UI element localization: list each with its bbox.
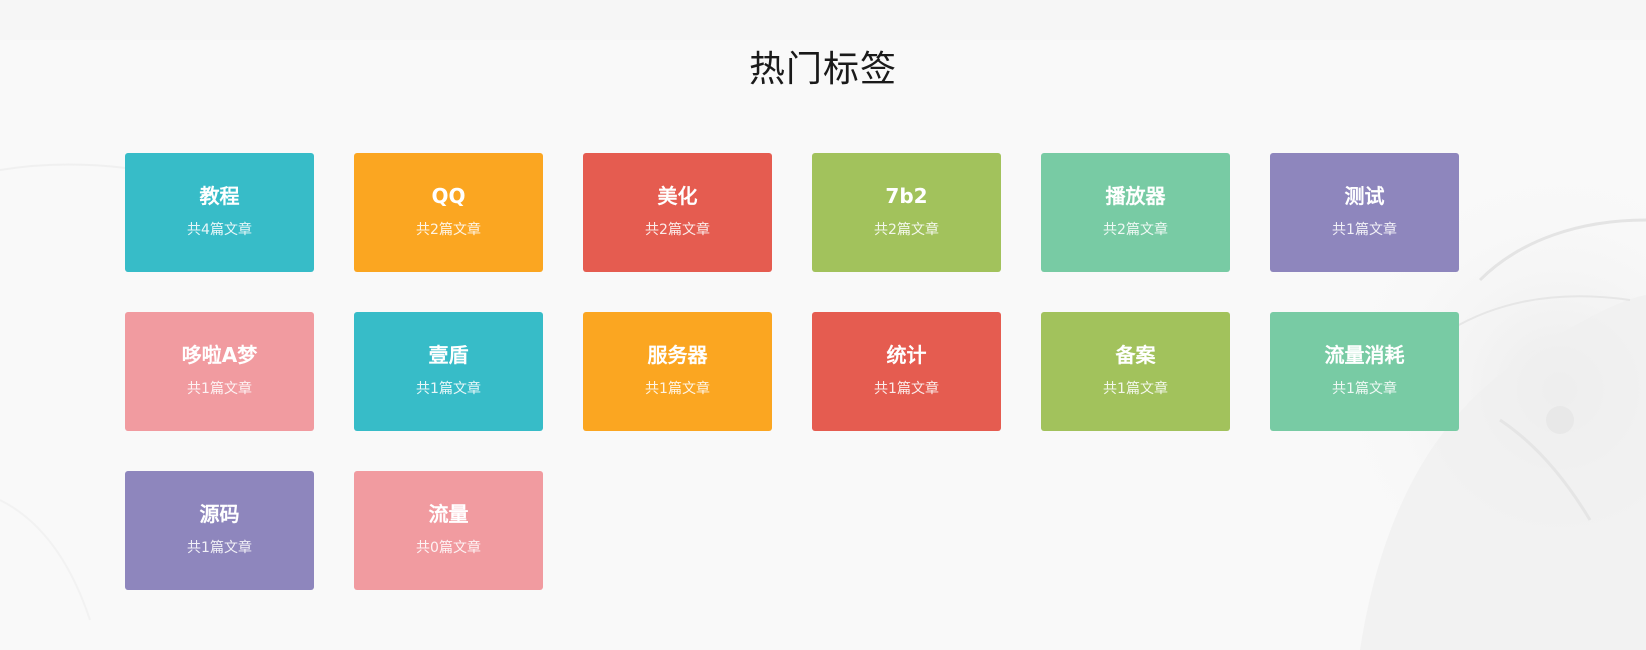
tag-name: 测试 <box>1344 184 1385 208</box>
tag-name: 源码 <box>199 502 240 526</box>
tag-article-count: 共1篇文章 <box>416 381 481 397</box>
tag-article-count: 共1篇文章 <box>1332 222 1397 238</box>
tag-card[interactable]: 壹盾共1篇文章 <box>354 312 543 431</box>
tag-name: 7b2 <box>885 184 928 208</box>
tag-name: 流量消耗 <box>1324 343 1405 367</box>
tag-card[interactable]: 流量共0篇文章 <box>354 471 543 590</box>
tag-card[interactable]: 备案共1篇文章 <box>1041 312 1230 431</box>
tag-card[interactable]: 服务器共1篇文章 <box>583 312 772 431</box>
tag-name: 统计 <box>886 343 927 367</box>
tag-name: 教程 <box>199 184 240 208</box>
tag-card[interactable]: 流量消耗共1篇文章 <box>1270 312 1459 431</box>
tag-card[interactable]: 播放器共2篇文章 <box>1041 153 1230 272</box>
tag-name: 播放器 <box>1105 184 1166 208</box>
tag-article-count: 共2篇文章 <box>1103 222 1168 238</box>
tags-page: 热门标签 教程 共4篇文章 QQ 共2篇文章 美化 共2篇文章 7b2 共2篇文章 播放器 共2篇… <box>0 0 1646 650</box>
tag-name: 壹盾 <box>428 343 469 367</box>
page-title: 热门标签 <box>748 49 897 90</box>
tag-card[interactable]: 统计共1篇文章 <box>812 312 1001 431</box>
tag-card[interactable]: 7b2 共2篇文章 <box>812 153 1001 272</box>
tag-name: 服务器 <box>647 343 708 367</box>
tag-article-count: 共1篇文章 <box>874 381 939 397</box>
tag-name: 美化 <box>657 184 698 208</box>
tag-card[interactable]: 源码共1篇文章 <box>125 471 314 590</box>
tag-article-count: 共2篇文章 <box>874 222 939 238</box>
tag-card[interactable]: 美化共2篇文章 <box>583 153 772 272</box>
tag-grid: 教程 共4篇文章 QQ 共2篇文章 美化 共2篇文章 7b2 共2篇文章 播放器 共2篇文章 测试共… <box>125 153 1459 590</box>
tag-article-count: 共1篇文章 <box>1332 381 1397 397</box>
tag-card[interactable]: 教程共4篇文章 <box>125 153 314 272</box>
tag-article-count: 共1篇文章 <box>1103 381 1168 397</box>
tag-card[interactable]: 测试共1篇文章 <box>1270 153 1459 272</box>
tag-name: 流量 <box>428 502 469 526</box>
tag-article-count: 共1篇文章 <box>187 381 252 397</box>
tag-article-count: 共0篇文章 <box>416 540 481 556</box>
tag-article-count: 共4篇文章 <box>187 222 252 238</box>
tag-article-count: 共2篇文章 <box>416 222 481 238</box>
tag-name: QQ <box>431 184 466 208</box>
tag-card[interactable]: 哆啦A梦共1篇文章 <box>125 312 314 431</box>
tag-name: 哆啦A梦 <box>181 343 258 367</box>
tag-card[interactable]: QQ 共2篇文章 <box>354 153 543 272</box>
tag-name: 备案 <box>1115 343 1156 367</box>
tag-article-count: 共1篇文章 <box>187 540 252 556</box>
tag-article-count: 共2篇文章 <box>645 222 710 238</box>
tag-article-count: 共1篇文章 <box>645 381 710 397</box>
